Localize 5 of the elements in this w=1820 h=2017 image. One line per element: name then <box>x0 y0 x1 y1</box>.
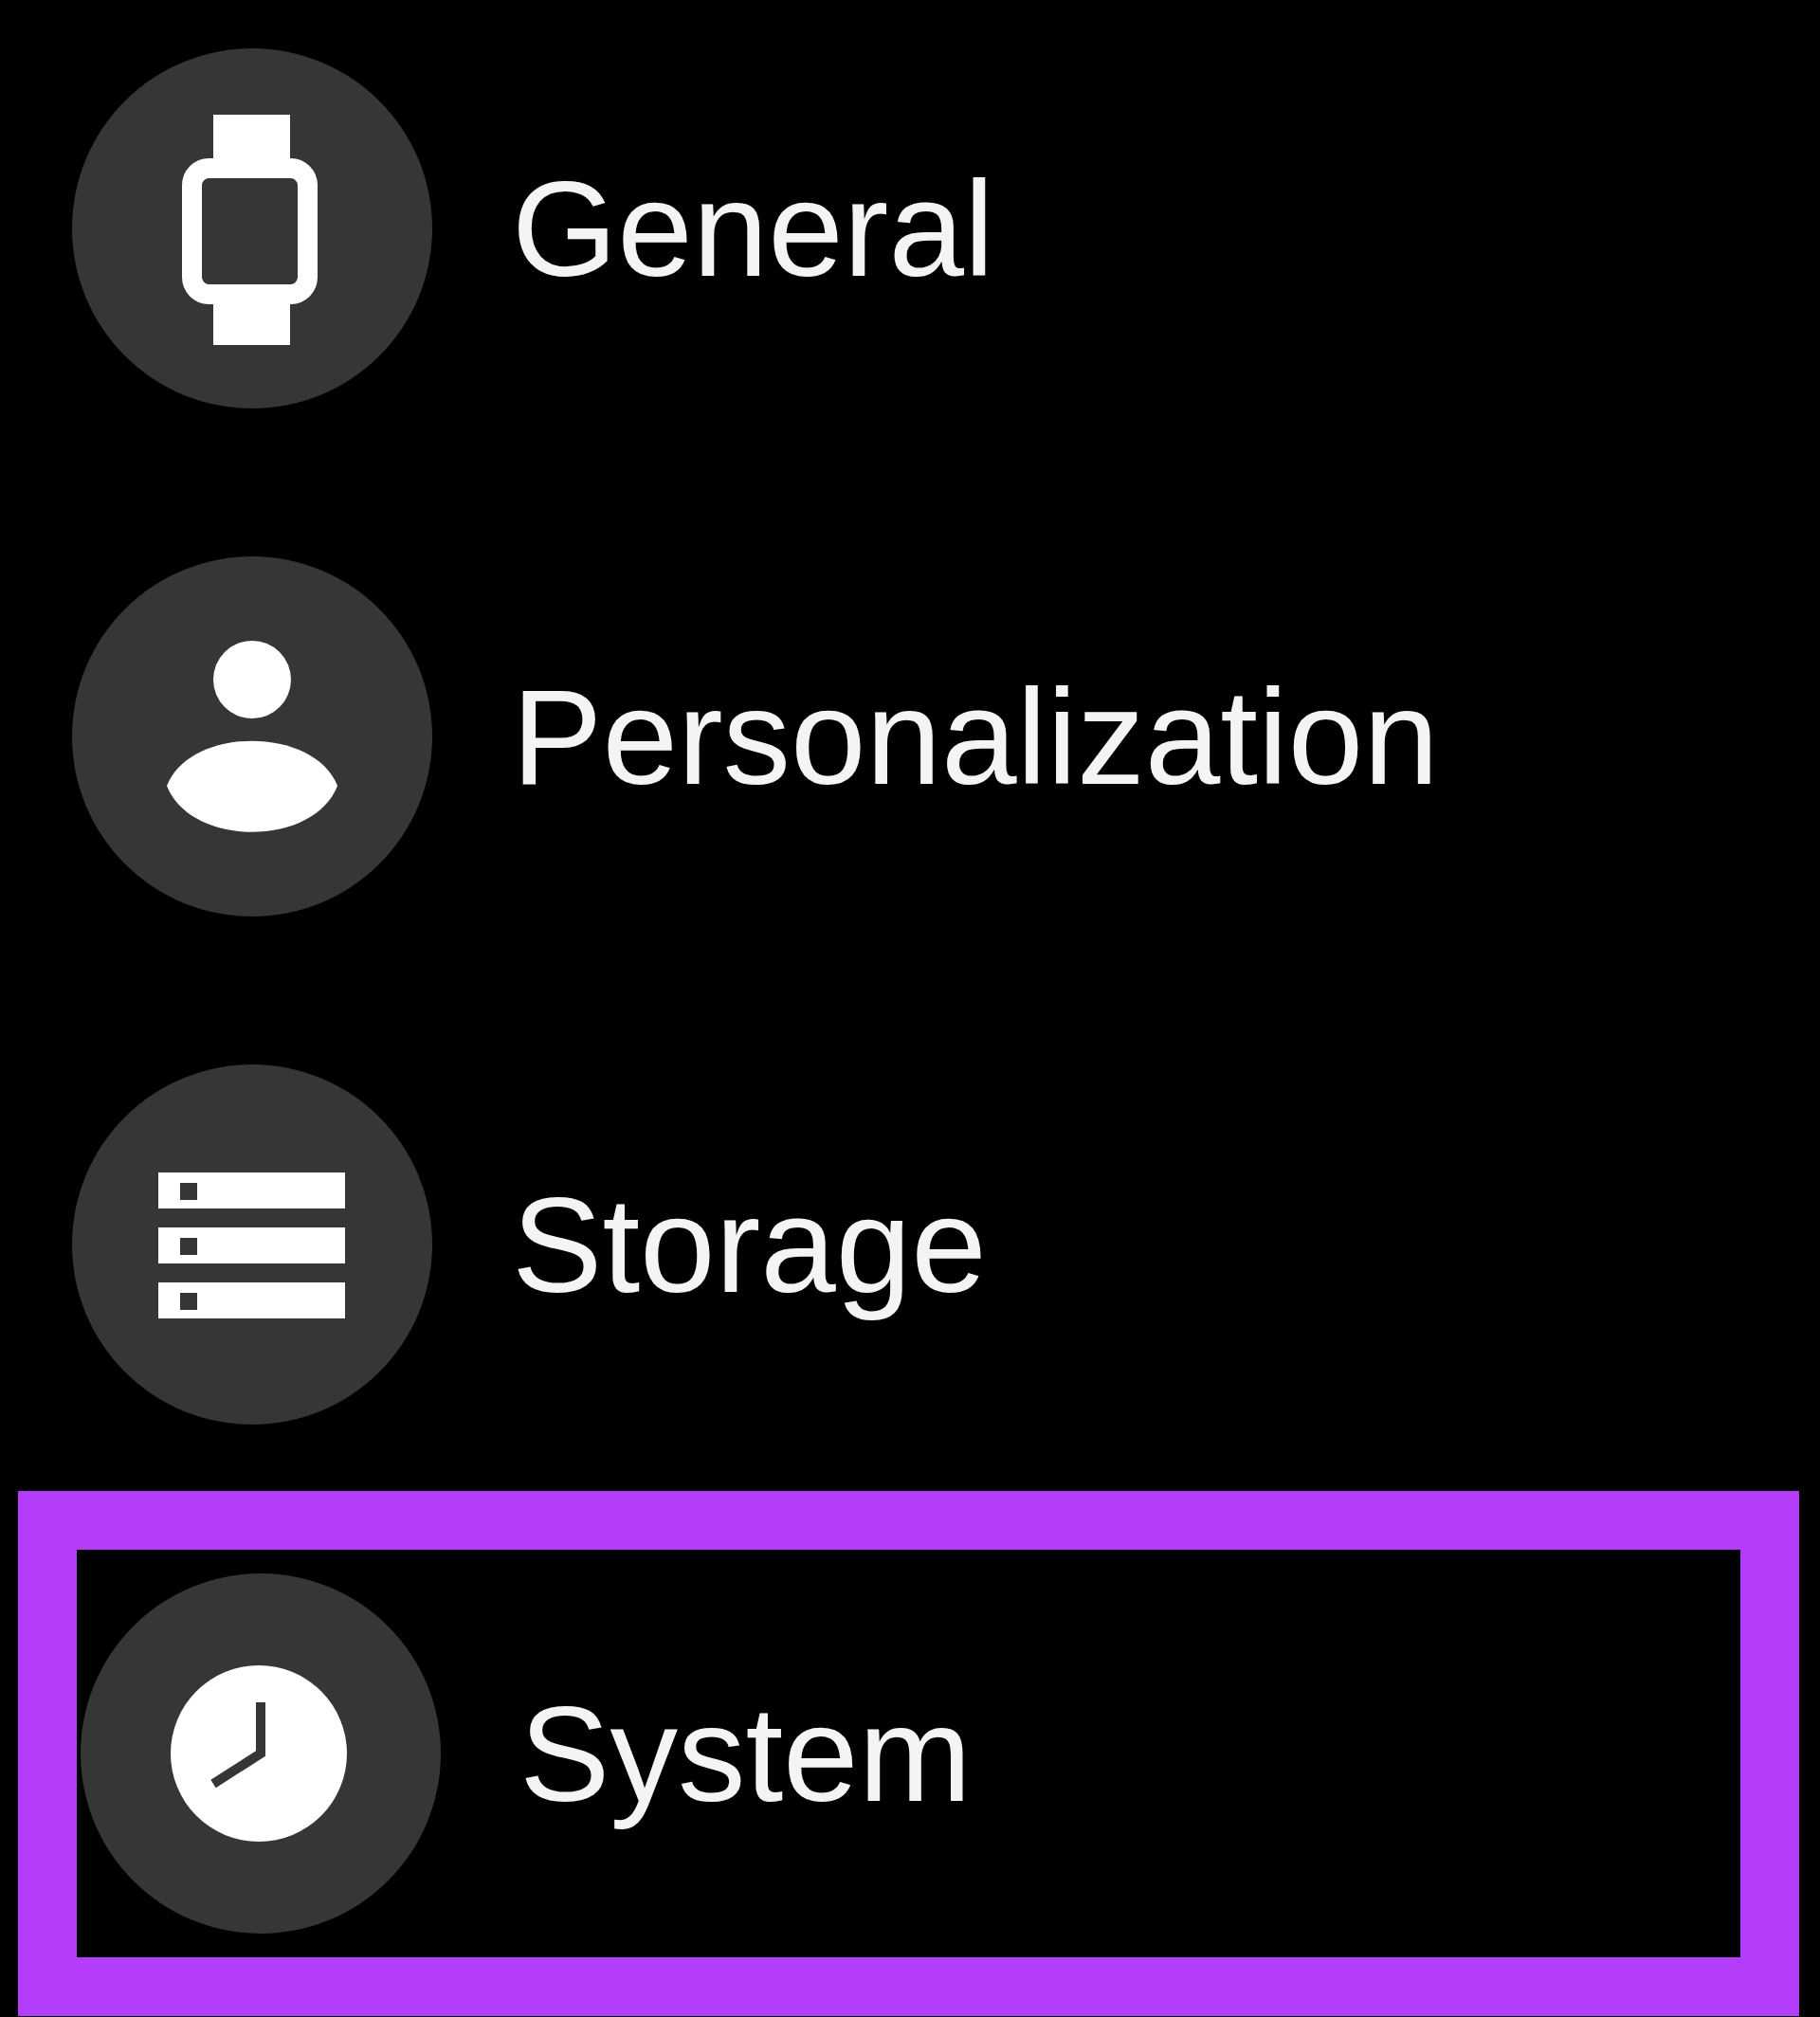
menu-item[interactable]: System <box>18 1491 1799 2016</box>
watch-icon <box>72 48 432 409</box>
stacked-drives-icon <box>72 1064 432 1425</box>
person-icon <box>72 556 432 917</box>
clock-icon <box>81 1573 441 1934</box>
